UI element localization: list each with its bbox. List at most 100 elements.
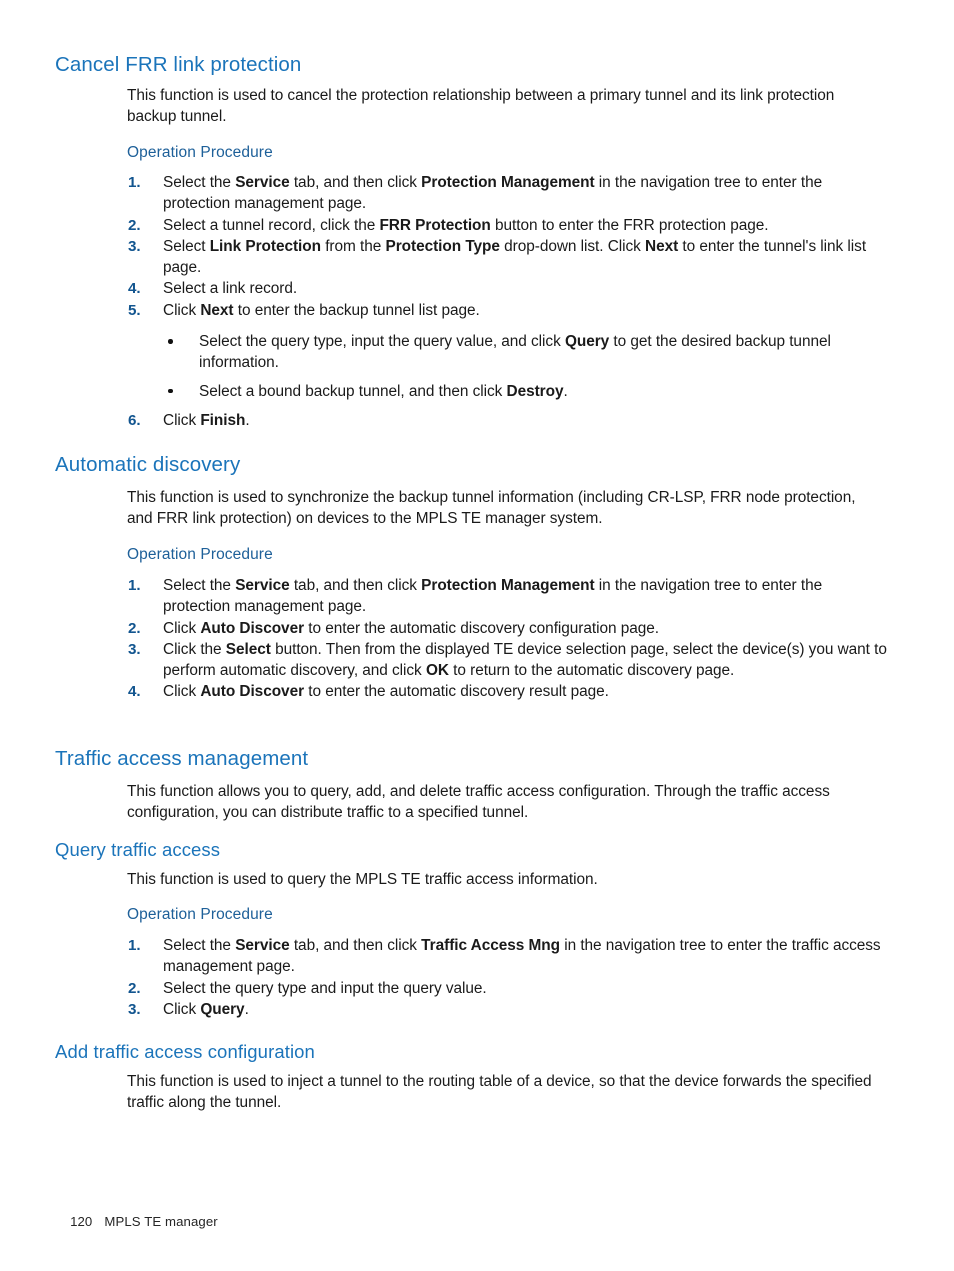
step-text-part: tab, and then click bbox=[289, 937, 422, 954]
section-heading-query-traffic-access: Query traffic access bbox=[55, 839, 221, 860]
bullet-text-part: Select a bound backup tunnel, and then c… bbox=[199, 382, 507, 400]
ordered-list-query-traffic-access: 1. Select the Service tab, and then click… bbox=[128, 935, 888, 1020]
paragraph-traffic-access-management-intro: This function allows you to query, add, … bbox=[127, 781, 872, 824]
section-traffic-access-management: Traffic access management bbox=[55, 747, 915, 771]
list-item: 3. Select Link Protection from the Protec… bbox=[128, 236, 888, 279]
step-text-part: from the bbox=[320, 237, 386, 255]
step-text-part: tab, and then click bbox=[289, 577, 422, 594]
steps-list-continued: 6. Click Finish. bbox=[128, 410, 888, 431]
list-item-number: 1. bbox=[128, 577, 141, 594]
step-text-part: Select the bbox=[163, 174, 236, 191]
bullet-list-cancel-frr: Select the query type, input the query v… bbox=[163, 331, 888, 402]
list-item: Select a bound backup tunnel, and then c… bbox=[163, 381, 888, 402]
step-text-part: to return to the automatic discovery pag… bbox=[448, 662, 735, 680]
step-text-part: Click the bbox=[163, 640, 226, 658]
list-item: 5. Click Next to enter the backup tunnel … bbox=[128, 300, 888, 321]
step-emphasis: Service bbox=[235, 577, 290, 594]
operation-procedure-label: Operation Procedure bbox=[127, 906, 273, 923]
paragraph-text: This function is used to inject a tunnel… bbox=[127, 1073, 872, 1112]
step-emphasis: FRR Protection bbox=[379, 216, 491, 234]
list-item-number: 5. bbox=[128, 301, 141, 319]
paragraph-text: This function is used to cancel the prot… bbox=[127, 87, 835, 126]
list-item: 1. Select the Service tab, and then click… bbox=[128, 935, 888, 978]
bullet-icon bbox=[168, 339, 173, 344]
list-item: 3. Click Query. bbox=[128, 999, 888, 1020]
step-text-part: to enter the automatic discovery configu… bbox=[304, 619, 659, 637]
list-item-number: 3. bbox=[128, 1000, 141, 1018]
document-page: Cancel FRR link protection This function… bbox=[0, 0, 954, 1271]
steps-list: 1. Select the Service tab, and then click… bbox=[128, 575, 888, 703]
step-emphasis: Traffic Access Mng bbox=[421, 937, 560, 954]
bullet-text-part: Select the query type, input the query v… bbox=[199, 333, 565, 351]
section-automatic-discovery: Automatic discovery bbox=[55, 453, 915, 477]
step-emphasis: Next bbox=[645, 237, 679, 255]
bullet-icon bbox=[168, 388, 173, 394]
step-emphasis: Service bbox=[235, 937, 290, 954]
step-emphasis: Protection Management bbox=[421, 577, 595, 594]
list-item-number: 2. bbox=[128, 979, 141, 997]
list-item-number: 1. bbox=[128, 174, 141, 191]
step-text-part: Click bbox=[163, 1000, 201, 1018]
paragraph-text: This function is used to query the MPLS … bbox=[127, 871, 598, 888]
step-text-part: Select the query type and input the quer… bbox=[163, 979, 487, 997]
steps-list: 1. Select the Service tab, and then click… bbox=[128, 935, 888, 1020]
page-footer: 120 MPLS TE manager bbox=[55, 1199, 218, 1244]
ordered-list-automatic-discovery: 1. Select the Service tab, and then click… bbox=[128, 575, 888, 703]
paragraph-text: This function is used to synchronize the… bbox=[127, 489, 856, 528]
list-item-number: 4. bbox=[128, 683, 141, 701]
step-text-part: Select a tunnel record, click the bbox=[163, 216, 380, 234]
list-item: 2. Select the query type and input the qu… bbox=[128, 978, 888, 999]
step-text-part: to enter the automatic discovery result … bbox=[304, 683, 609, 701]
step-text-part: Click bbox=[163, 411, 201, 429]
section-heading-traffic-access-management: Traffic access management bbox=[55, 747, 309, 770]
section-heading-add-traffic-access-configuration: Add traffic access configuration bbox=[55, 1041, 315, 1062]
paragraph-query-traffic-access-intro: This function is used to query the MPLS … bbox=[127, 869, 872, 890]
list-item-number: 6. bbox=[128, 411, 141, 429]
list-item: 6. Click Finish. bbox=[128, 410, 888, 431]
subheading-operation-procedure-1: Operation Procedure bbox=[127, 144, 887, 162]
step-emphasis: Query bbox=[200, 1000, 245, 1018]
list-item-number: 4. bbox=[128, 280, 141, 298]
step-text-part: Select bbox=[163, 237, 210, 255]
operation-procedure-label: Operation Procedure bbox=[127, 546, 273, 563]
list-item: 3. Click the Select button. Then from the… bbox=[128, 639, 888, 682]
step-emphasis: Link Protection bbox=[209, 237, 321, 255]
step-text-part: Click bbox=[163, 301, 201, 319]
section-heading-automatic-discovery: Automatic discovery bbox=[55, 453, 241, 476]
step-emphasis: Protection Management bbox=[421, 174, 595, 191]
step-text-part: . bbox=[245, 411, 250, 429]
list-item: 1. Select the Service tab, and then click… bbox=[128, 575, 888, 618]
list-item-number: 3. bbox=[128, 640, 141, 658]
step-text-part: drop-down list. Click bbox=[499, 237, 646, 255]
list-item-number: 3. bbox=[128, 237, 141, 255]
list-item-number: 2. bbox=[128, 619, 141, 637]
list-item: 4. Click Auto Discover to enter the autom… bbox=[128, 681, 888, 702]
step-emphasis: Auto Discover bbox=[200, 619, 305, 637]
step-emphasis: Service bbox=[235, 174, 290, 191]
step-emphasis: OK bbox=[425, 662, 449, 680]
step-text-part: to enter the backup tunnel list page. bbox=[233, 301, 480, 319]
operation-procedure-label: Operation Procedure bbox=[127, 144, 273, 161]
list-item: 1. Select the Service tab, and then click… bbox=[128, 172, 888, 215]
step-text-part: Select the bbox=[163, 577, 236, 594]
step-text-part: . bbox=[244, 1000, 249, 1018]
footer-document-title: MPLS TE manager bbox=[104, 1214, 218, 1229]
section-query-traffic-access: Query traffic access bbox=[55, 839, 915, 860]
list-item-number: 2. bbox=[128, 216, 141, 234]
step-text-part: tab, and then click bbox=[289, 174, 422, 191]
paragraph-cancel-frr-intro: This function is used to cancel the prot… bbox=[127, 85, 862, 128]
step-emphasis: Select bbox=[225, 640, 271, 658]
step-emphasis: Auto Discover bbox=[200, 683, 305, 701]
bullet-emphasis: Destroy bbox=[506, 382, 564, 400]
paragraph-add-traffic-access-configuration-intro: This function is used to inject a tunnel… bbox=[127, 1071, 872, 1114]
bullet-text-part: . bbox=[563, 382, 568, 400]
list-item-number: 1. bbox=[128, 937, 141, 954]
section-cancel-frr-link-protection: Cancel FRR link protection bbox=[55, 53, 915, 77]
list-item: 4. Select a link record. bbox=[128, 278, 888, 299]
footer-page-number: 120 bbox=[70, 1214, 93, 1229]
bullet-emphasis: Query bbox=[564, 333, 610, 351]
list-item: 2. Click Auto Discover to enter the autom… bbox=[128, 618, 888, 639]
section-add-traffic-access-configuration: Add traffic access configuration bbox=[55, 1041, 915, 1062]
paragraph-text: This function allows you to query, add, … bbox=[127, 783, 830, 822]
step-text-part: button to enter the FRR protection page. bbox=[490, 216, 769, 234]
